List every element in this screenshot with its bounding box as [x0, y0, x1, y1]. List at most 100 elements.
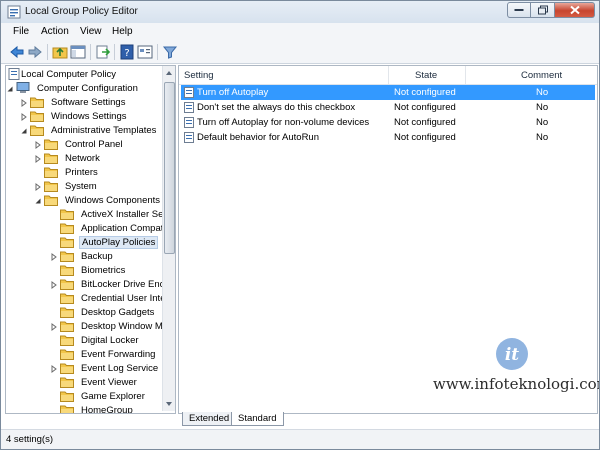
collapse-arrow-icon[interactable] — [6, 85, 14, 93]
tab-extended[interactable]: Extended — [182, 412, 237, 426]
restore-button[interactable] — [531, 2, 555, 18]
folder-icon — [60, 335, 74, 346]
status-bar: 4 setting(s) — [1, 429, 599, 449]
setting-cell: Turn off Autoplay — [197, 87, 269, 98]
tree-label: Control Panel — [65, 139, 123, 150]
filter-icon[interactable] — [162, 44, 178, 60]
svg-text:it: it — [505, 345, 519, 365]
table-row[interactable]: Turn off Autoplay for non-volume devices… — [181, 115, 595, 130]
tree-label: Desktop Window Ma — [81, 321, 169, 332]
setting-cell: Default behavior for AutoRun — [197, 132, 319, 143]
expand-arrow-icon[interactable] — [34, 183, 42, 191]
expand-arrow-icon[interactable] — [34, 141, 42, 149]
computer-icon — [16, 82, 30, 93]
tree-label: Software Settings — [51, 97, 126, 108]
setting-cell: Turn off Autoplay for non-volume devices — [197, 117, 370, 128]
expand-arrow-icon[interactable] — [50, 323, 58, 331]
scroll-down-icon[interactable] — [165, 400, 173, 408]
main-window: Local Group Policy Editor File Action Vi… — [0, 0, 600, 450]
watermark-logo: it — [496, 338, 528, 370]
close-button[interactable] — [555, 2, 595, 18]
tree-label: Administrative Templates — [51, 125, 157, 136]
folder-icon — [60, 405, 74, 413]
tree-label: AutoPlay Policies — [79, 236, 159, 249]
menu-view[interactable]: View — [80, 26, 102, 37]
policy-setting-icon — [184, 132, 194, 143]
up-folder-icon[interactable] — [52, 44, 68, 60]
toolbar: ? — [1, 41, 599, 64]
folder-icon — [60, 307, 74, 318]
menu-file[interactable]: File — [13, 26, 29, 37]
folder-icon — [60, 349, 74, 360]
properties-icon[interactable] — [137, 44, 153, 60]
state-cell: Not configured — [394, 117, 456, 128]
title-bar[interactable]: Local Group Policy Editor — [1, 1, 599, 23]
tree-label: Windows Components — [65, 195, 161, 206]
forward-arrow-icon[interactable] — [27, 44, 43, 60]
expand-arrow-icon[interactable] — [20, 113, 28, 121]
help-icon[interactable]: ? — [119, 44, 135, 60]
policy-setting-icon — [184, 117, 194, 128]
comment-cell: No — [536, 132, 549, 143]
tree-label: Desktop Gadgets — [81, 307, 155, 318]
tree-label: Local Computer Policy — [21, 69, 117, 80]
restore-icon — [537, 5, 548, 15]
folder-icon — [44, 153, 58, 164]
menu-help[interactable]: Help — [112, 26, 133, 37]
folder-icon — [60, 377, 74, 388]
tree-scrollbar[interactable] — [162, 66, 175, 411]
tree-label: System — [65, 181, 97, 192]
tree-label: Application Compat — [81, 223, 164, 234]
tree-label: Event Viewer — [81, 377, 137, 388]
expand-arrow-icon[interactable] — [50, 365, 58, 373]
table-row[interactable]: Don't set the always do this checkbox Not… — [181, 100, 595, 115]
folder-icon — [44, 139, 58, 150]
folder-icon — [30, 97, 44, 108]
tree-label: Event Forwarding — [81, 349, 156, 360]
export-list-icon[interactable] — [95, 44, 111, 60]
app-icon — [7, 5, 21, 19]
scrollbar-thumb[interactable] — [164, 82, 175, 254]
column-state[interactable]: State — [415, 70, 437, 81]
table-row[interactable]: Default behavior for AutoRun Not configur… — [181, 130, 595, 145]
column-comment[interactable]: Comment — [521, 70, 562, 81]
collapse-arrow-icon[interactable] — [34, 197, 42, 205]
menu-action[interactable]: Action — [41, 26, 69, 37]
state-cell: Not configured — [394, 102, 456, 113]
column-header: Setting State Comment — [179, 66, 597, 85]
toolbar-separator — [157, 44, 158, 60]
folder-icon — [30, 125, 44, 136]
tree-label: Credential User Inter — [81, 293, 169, 304]
back-arrow-icon[interactable] — [9, 44, 25, 60]
tree-label: Network — [65, 153, 100, 164]
expand-arrow-icon[interactable] — [50, 281, 58, 289]
table-row[interactable]: Turn off Autoplay Not configured No — [181, 85, 595, 100]
show-hide-tree-icon[interactable] — [70, 44, 86, 60]
tab-standard[interactable]: Standard — [231, 412, 284, 426]
column-divider[interactable] — [465, 66, 466, 84]
watermark: it www.infoteknologi.com — [433, 337, 599, 397]
window-title: Local Group Policy Editor — [25, 6, 138, 17]
folder-icon — [60, 293, 74, 304]
svg-text:?: ? — [124, 48, 129, 59]
watermark-text: www.infoteknologi.com — [433, 375, 600, 393]
tree-label: Backup — [81, 251, 113, 262]
policy-setting-icon — [184, 102, 194, 113]
view-tabs: Extended Standard — [178, 412, 598, 428]
toolbar-separator — [114, 44, 115, 60]
expand-arrow-icon[interactable] — [50, 253, 58, 261]
expand-arrow-icon[interactable] — [34, 155, 42, 163]
column-divider[interactable] — [388, 66, 389, 84]
setting-cell: Don't set the always do this checkbox — [197, 102, 356, 113]
minimize-button[interactable] — [507, 2, 531, 18]
column-setting[interactable]: Setting — [184, 70, 214, 81]
folder-icon — [60, 321, 74, 332]
collapse-arrow-icon[interactable] — [20, 127, 28, 135]
folder-icon — [60, 265, 74, 276]
folder-icon — [60, 391, 74, 402]
expand-arrow-icon[interactable] — [20, 99, 28, 107]
toolbar-separator — [47, 44, 48, 60]
scroll-up-icon[interactable] — [165, 69, 173, 77]
tree-label: ActiveX Installer Serv — [81, 209, 172, 220]
tree-pane[interactable]: Local Computer Policy Computer Configura… — [5, 65, 176, 414]
